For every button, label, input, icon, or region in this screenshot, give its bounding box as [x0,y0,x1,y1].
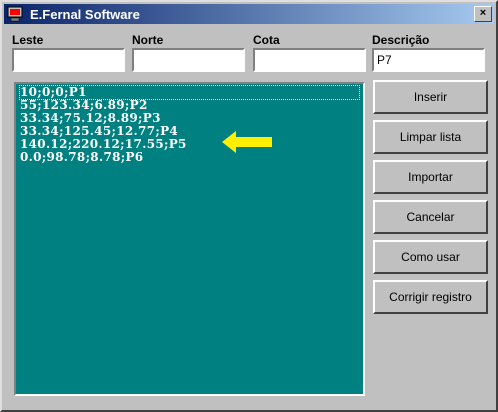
cancelar-button[interactable]: Cancelar [373,200,488,234]
importar-button[interactable]: Importar [373,160,488,194]
main-window: E.Fernal Software × Leste Norte Cota Des… [0,0,498,412]
title-bar[interactable]: E.Fernal Software × [4,4,494,24]
descricao-field[interactable] [372,48,485,72]
close-button[interactable]: × [474,6,492,22]
close-icon: × [479,7,487,19]
cota-label: Cota [253,33,280,47]
norte-field[interactable] [132,48,245,72]
coordinates-list[interactable]: 10;0;0;P1 55;123.34;6.89;P2 33.34;75.12;… [14,82,365,396]
corrigir-registro-button[interactable]: Corrigir registro [373,280,488,314]
app-icon [7,6,23,22]
leste-field[interactable] [12,48,125,72]
descricao-label: Descrição [372,33,430,47]
como-usar-button[interactable]: Como usar [373,240,488,274]
limpar-lista-button[interactable]: Limpar lista [373,120,488,154]
inserir-button[interactable]: Inserir [373,80,488,114]
leste-label: Leste [12,33,44,47]
window-title: E.Fernal Software [30,7,140,22]
arrow-left-icon [222,131,272,153]
norte-label: Norte [132,33,164,47]
cota-field[interactable] [253,48,366,72]
list-item[interactable]: 0.0;98.78;8.78;P6 [20,151,143,164]
